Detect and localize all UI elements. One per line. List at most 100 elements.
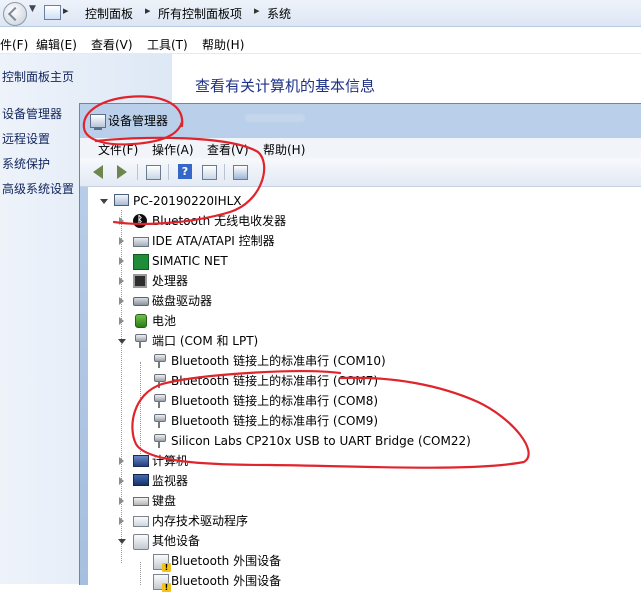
control-panel-icon [44, 5, 61, 20]
tree-item-other-devices[interactable]: 其他设备 [88, 531, 641, 551]
toolbar-separator [224, 164, 225, 180]
tree-item-port-com10[interactable]: Bluetooth 链接上的标准串行 (COM10) [88, 351, 641, 371]
monitor-icon [133, 474, 149, 486]
tree-item-port-com9[interactable]: Bluetooth 链接上的标准串行 (COM9) [88, 411, 641, 431]
menu-help[interactable]: 帮助(H) [202, 36, 244, 53]
collapsed-arrow-icon[interactable] [119, 457, 124, 465]
collapsed-arrow-icon[interactable] [119, 217, 124, 225]
breadcrumb-control-panel[interactable]: 控制面板 [85, 5, 133, 22]
port-icon [153, 394, 166, 408]
menu-edit[interactable]: 编辑(E) [36, 36, 77, 53]
expanded-arrow-icon[interactable] [100, 199, 108, 204]
history-dropdown-icon[interactable]: ▼ [29, 4, 36, 14]
tree-item-simatic-net[interactable]: SIMATIC NET [88, 251, 641, 271]
memory-icon [133, 516, 149, 527]
breadcrumb-separator-icon[interactable]: ▸ [63, 4, 69, 17]
tree-label: 内存技术驱动程序 [152, 514, 249, 528]
battery-icon [135, 314, 147, 328]
warning-device-icon [153, 574, 171, 592]
tree-item-monitors[interactable]: 监视器 [88, 471, 641, 491]
dm-menu-file[interactable]: 文件(F) [98, 141, 138, 158]
expanded-arrow-icon[interactable] [118, 339, 126, 344]
scan-hardware-icon[interactable] [231, 163, 249, 181]
tree-item-port-com8[interactable]: Bluetooth 链接上的标准串行 (COM8) [88, 391, 641, 411]
collapsed-arrow-icon[interactable] [119, 277, 124, 285]
title-blur-overlay [245, 114, 305, 122]
sidebar-link-device-manager[interactable]: 设备管理器 [2, 105, 62, 122]
tree-root[interactable]: PC-20190220IHLX [88, 191, 641, 211]
expanded-arrow-icon[interactable] [118, 539, 126, 544]
tree-item-bluetooth-radios[interactable]: ᛒ Bluetooth 无线电收发器 [88, 211, 641, 231]
dm-menu-view[interactable]: 查看(V) [207, 141, 249, 158]
tree-item-port-com22[interactable]: Silicon Labs CP210x USB to UART Bridge (… [88, 431, 641, 451]
collapsed-arrow-icon[interactable] [119, 237, 124, 245]
tree-item-processors[interactable]: 处理器 [88, 271, 641, 291]
sidebar-link-advanced-settings[interactable]: 高级系统设置 [2, 180, 74, 197]
dm-menu-action[interactable]: 操作(A) [152, 141, 194, 158]
tree-label: SIMATIC NET [152, 254, 228, 268]
breadcrumb-system[interactable]: 系统 [267, 5, 291, 22]
tree-item-port-com7[interactable]: Bluetooth 链接上的标准串行 (COM7) [88, 371, 641, 391]
tree-label: Bluetooth 链接上的标准串行 (COM9) [171, 414, 379, 428]
back-button[interactable] [3, 2, 27, 26]
device-manager-menubar: 文件(F) 操作(A) 查看(V) 帮助(H) [80, 138, 641, 158]
toolbar-separator [137, 164, 138, 180]
port-icon [153, 414, 166, 428]
sidebar-link-remote-settings[interactable]: 远程设置 [2, 130, 50, 147]
tree-label: 其他设备 [152, 534, 201, 548]
tree-item-batteries[interactable]: 电池 [88, 311, 641, 331]
tree-label: 键盘 [152, 494, 177, 508]
port-icon [153, 434, 166, 448]
tree-item-bluetooth-peripheral[interactable]: Bluetooth 外围设备 [88, 571, 641, 592]
network-icon [133, 254, 149, 270]
page-title: 查看有关计算机的基本信息 [195, 77, 376, 95]
collapsed-arrow-icon[interactable] [119, 257, 124, 265]
sidebar-link-system-protection[interactable]: 系统保护 [2, 155, 50, 172]
tree-label: Bluetooth 链接上的标准串行 (COM8) [171, 394, 379, 408]
collapsed-arrow-icon[interactable] [119, 317, 124, 325]
tree-label: Bluetooth 外围设备 [171, 554, 282, 568]
computer-icon [133, 455, 149, 467]
details-icon[interactable] [200, 163, 218, 181]
tree-item-ide-controllers[interactable]: IDE ATA/ATAPI 控制器 [88, 231, 641, 251]
warning-device-icon [153, 554, 171, 572]
port-icon [153, 374, 166, 388]
collapsed-arrow-icon[interactable] [119, 517, 124, 525]
menu-tools[interactable]: 工具(T) [147, 36, 188, 53]
help-icon[interactable]: ? [176, 163, 194, 181]
collapsed-arrow-icon[interactable] [119, 477, 124, 485]
tree-item-disk-drives[interactable]: 磁盘驱动器 [88, 291, 641, 311]
tree-item-keyboards[interactable]: 键盘 [88, 491, 641, 511]
ide-controller-icon [133, 237, 149, 247]
collapsed-arrow-icon[interactable] [119, 297, 124, 305]
breadcrumb-separator-icon[interactable]: ▸ [145, 4, 151, 17]
sidebar-link-home[interactable]: 控制面板主页 [2, 68, 74, 85]
tree-label: 计算机 [152, 454, 189, 468]
menu-view[interactable]: 查看(V) [91, 36, 133, 53]
device-manager-icon [90, 114, 106, 130]
tree-label: Bluetooth 链接上的标准串行 (COM10) [171, 354, 386, 368]
tree-label: 监视器 [152, 474, 189, 488]
device-tree: PC-20190220IHLX ᛒ Bluetooth 无线电收发器 IDE A… [88, 187, 641, 592]
tree-item-bluetooth-peripheral[interactable]: Bluetooth 外围设备 [88, 551, 641, 572]
tree-item-ports[interactable]: 端口 (COM 和 LPT) [88, 331, 641, 351]
tree-label: Bluetooth 外围设备 [171, 574, 282, 588]
window-title: 设备管理器 [108, 114, 169, 128]
properties-icon[interactable] [144, 163, 162, 181]
port-icon [134, 334, 147, 348]
dm-menu-help[interactable]: 帮助(H) [263, 141, 305, 158]
menu-file[interactable]: 件(F) [0, 36, 28, 53]
device-manager-window: 设备管理器 文件(F) 操作(A) 查看(V) 帮助(H) ? PC-20190… [79, 103, 641, 592]
tree-item-computer[interactable]: 计算机 [88, 451, 641, 471]
address-bar: ▼ ▸ 控制面板 ▸ 所有控制面板项 ▸ 系统 [0, 0, 641, 27]
tree-label: Silicon Labs CP210x USB to UART Bridge (… [171, 434, 471, 448]
breadcrumb-separator-icon[interactable]: ▸ [254, 4, 260, 17]
tree-label: IDE ATA/ATAPI 控制器 [152, 234, 275, 248]
tree-item-memory-tech[interactable]: 内存技术驱动程序 [88, 511, 641, 531]
breadcrumb-all-items[interactable]: 所有控制面板项 [158, 5, 242, 22]
back-arrow-icon[interactable] [90, 163, 108, 181]
forward-arrow-icon[interactable] [113, 163, 131, 181]
keyboard-icon [133, 497, 149, 506]
other-devices-icon [133, 534, 149, 550]
collapsed-arrow-icon[interactable] [119, 497, 124, 505]
